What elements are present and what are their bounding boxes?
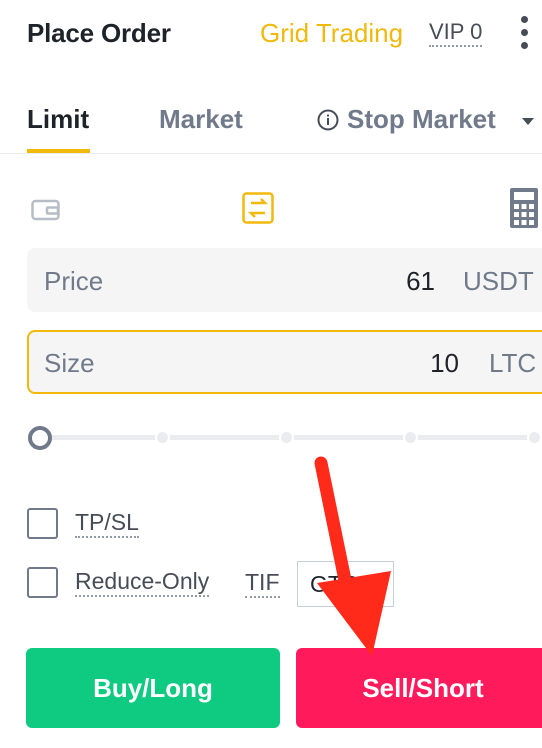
price-value[interactable]: 61: [406, 266, 435, 297]
slider-mark-75[interactable]: [403, 430, 418, 445]
price-label: Price: [44, 266, 104, 296]
price-unit: USDT: [463, 266, 534, 296]
tab-stop-market[interactable]: Stop Market: [317, 104, 496, 135]
tab-market[interactable]: Market: [159, 104, 243, 135]
slider-mark-100[interactable]: [527, 430, 542, 445]
size-slider[interactable]: [27, 424, 542, 452]
order-tools-row: [0, 188, 542, 230]
tif-select[interactable]: GTC: [297, 561, 394, 607]
buy-long-button[interactable]: Buy/Long: [26, 648, 280, 728]
page-title: Place Order: [27, 18, 171, 48]
order-panel-header: Place Order Grid Trading VIP 0: [0, 0, 542, 68]
kebab-menu-icon[interactable]: [519, 16, 531, 50]
tab-limit[interactable]: Limit: [27, 104, 89, 135]
order-type-tabs: Limit Market Stop Market: [0, 96, 542, 154]
slider-mark-50[interactable]: [279, 430, 294, 445]
tif-label[interactable]: TIF: [245, 569, 280, 598]
tpsl-label[interactable]: TP/SL: [75, 509, 139, 538]
size-label: Size: [44, 348, 95, 378]
transfer-icon[interactable]: [242, 192, 274, 224]
size-input[interactable]: Size 10 LTC: [27, 330, 542, 394]
sell-button[interactable]: Sell/Short: [296, 648, 542, 728]
vip-level-badge[interactable]: VIP 0: [429, 20, 483, 47]
slider-thumb[interactable]: [28, 426, 52, 450]
calculator-icon[interactable]: [510, 188, 538, 228]
chevron-down-icon[interactable]: [522, 118, 534, 125]
active-tab-indicator: [27, 149, 90, 153]
reduce-only-label[interactable]: Reduce-Only: [75, 568, 210, 597]
tab-stop-market-label: Stop Market: [347, 104, 496, 134]
reduce-only-checkbox[interactable]: [27, 567, 58, 598]
size-value[interactable]: 10: [430, 348, 459, 379]
size-unit[interactable]: LTC: [489, 348, 536, 379]
tif-value: GTC: [310, 571, 359, 597]
tpsl-checkbox[interactable]: [27, 508, 58, 539]
price-input[interactable]: Price 61 USDT: [27, 248, 542, 312]
wallet-icon[interactable]: [31, 198, 61, 222]
info-icon[interactable]: [317, 109, 339, 131]
slider-mark-25[interactable]: [155, 430, 170, 445]
grid-trading-link[interactable]: Grid Trading: [260, 18, 403, 49]
